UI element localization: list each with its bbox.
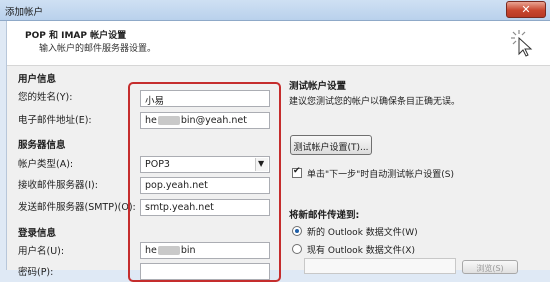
new-data-file-radio[interactable]	[292, 226, 302, 236]
server-info-heading: 服务器信息	[18, 140, 66, 151]
test-settings-heading: 测试帐户设置	[289, 81, 347, 92]
test-description: 建议您测试您的帐户以确保条目正确无误。	[289, 97, 461, 107]
existing-data-file-radio[interactable]	[292, 244, 302, 254]
highlight-box	[128, 82, 281, 282]
dialog-header: POP 和 IMAP 帐户设置 输入帐户的邮件服务器设置。	[7, 21, 550, 66]
checkmark-icon: ✔	[293, 166, 301, 176]
auto-test-checkbox[interactable]: ✔	[292, 166, 302, 178]
cursor-sparkle-icon	[511, 30, 533, 57]
name-label: 您的姓名(Y):	[18, 92, 73, 103]
account-type-label: 帐户类型(A):	[18, 159, 74, 170]
radio-selected-dot	[295, 229, 299, 233]
test-account-button[interactable]: 测试帐户设置(T)...	[290, 135, 372, 155]
title-bar: 添加帐户 ✕	[0, 0, 550, 21]
browse-button[interactable]: 浏览(S)	[462, 260, 518, 274]
incoming-server-label: 接收邮件服务器(I):	[18, 180, 98, 191]
page-subtitle: 输入帐户的邮件服务器设置。	[39, 44, 157, 54]
new-data-file-label: 新的 Outlook 数据文件(W)	[307, 228, 418, 238]
password-label: 密码(P):	[18, 267, 54, 278]
existing-data-file-label: 现有 Outlook 数据文件(X)	[307, 246, 415, 256]
deliver-heading: 将新邮件传递到:	[289, 210, 360, 221]
close-button[interactable]: ✕	[506, 1, 546, 18]
outgoing-server-label: 发送邮件服务器(SMTP)(O):	[18, 202, 136, 213]
page-title: POP 和 IMAP 帐户设置	[25, 31, 127, 41]
username-label: 用户名(U):	[18, 246, 65, 257]
auto-test-label: 单击"下一步"时自动测试帐户设置(S)	[307, 170, 455, 180]
close-icon: ✕	[521, 3, 531, 16]
login-info-heading: 登录信息	[18, 228, 57, 239]
window-title: 添加帐户	[5, 7, 44, 18]
user-info-heading: 用户信息	[18, 74, 57, 85]
email-label: 电子邮件地址(E):	[18, 115, 92, 126]
data-file-path-field[interactable]	[304, 258, 456, 274]
